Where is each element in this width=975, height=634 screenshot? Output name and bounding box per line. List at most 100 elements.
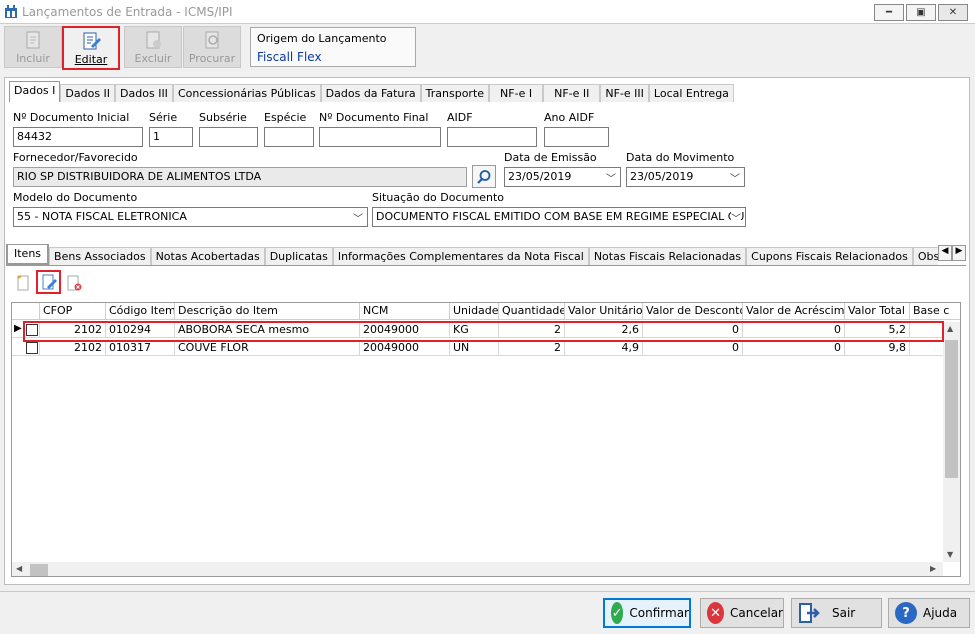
tab-transporte[interactable]: Transporte [420,84,490,102]
situacao-value: DOCUMENTO FISCAL EMITIDO COM BASE EM REG… [376,210,745,223]
col-valor-total[interactable]: Valor Total [845,303,910,320]
new-document-icon [26,31,40,49]
col-valor-acrescimo[interactable]: Valor de Acréscimo [743,303,845,320]
cell-unidade[interactable]: UN [450,340,499,356]
incluir-button[interactable]: Incluir [4,26,62,68]
tab-dados-i[interactable]: Dados I [9,81,61,102]
num-doc-final-input[interactable] [319,127,441,147]
subtabs-divider [6,265,966,266]
scroll-up-icon: ▲ [947,324,954,333]
new-item-icon [17,275,29,291]
restore-icon: ▣ [916,7,926,18]
current-row-arrow-icon: ▶ [14,323,22,334]
serie-input[interactable]: 1 [149,127,193,147]
cancelar-label: Cancelar [730,606,783,620]
col-codigo-item[interactable]: Código Item [106,303,175,320]
tab-dados-iii[interactable]: Dados III [115,84,173,102]
add-item-button[interactable] [13,273,33,293]
horizontal-scrollbar[interactable]: ◀ ▶ [12,562,943,576]
col-ncm[interactable]: NCM [360,303,450,320]
excluir-button[interactable]: Excluir [124,26,182,68]
confirmar-button[interactable]: ✓ Confirmar [603,598,691,628]
tab-nfe-ii[interactable]: NF-e II [543,84,601,102]
col-unidade[interactable]: Unidade [450,303,499,320]
tab-local-entrega[interactable]: Local Entrega [648,84,734,102]
cell-ncm[interactable]: 20049000 [360,340,450,356]
aidf-label: AIDF [447,111,473,124]
col-base[interactable]: Base c [910,303,960,320]
scroll-down-icon: ▼ [947,550,954,559]
tab-dados-fatura[interactable]: Dados da Fatura [320,84,421,102]
especie-input[interactable] [264,127,314,147]
cancelar-button[interactable]: ✕ Cancelar [700,598,784,628]
col-cfop[interactable]: CFOP [40,303,106,320]
horizontal-scroll-thumb[interactable] [30,564,48,576]
data-movimento-input[interactable]: 23/05/2019 ﹀ [626,167,745,187]
exit-icon [798,602,820,624]
ajuda-button[interactable]: ? Ajuda [888,598,970,628]
col-descricao[interactable]: Descrição do Item [175,303,360,320]
cell-valor-acrescimo[interactable]: 0 [743,340,845,356]
help-icon: ? [895,602,917,624]
tab-concessionarias[interactable]: Concessionárias Públicas [172,84,321,102]
tab-duplicatas[interactable]: Duplicatas [264,247,333,265]
situacao-select[interactable]: DOCUMENTO FISCAL EMITIDO COM BASE EM REG… [372,207,746,227]
tabs-scroll-left-button[interactable]: ◀ [938,245,952,261]
tab-cupons-relacionados[interactable]: Cupons Fiscais Relacionados [746,247,913,265]
num-doc-inicial-input[interactable]: 84432 [13,127,143,147]
cell-descricao[interactable]: COUVE FLOR [175,340,360,356]
col-valor-desconto[interactable]: Valor de Desconto [643,303,743,320]
row-checkbox[interactable] [26,342,38,354]
cell-valor-desconto[interactable]: 0 [643,340,743,356]
top-tabs: Dados I Dados II Dados III Concessionári… [9,81,734,102]
cell-valor-total[interactable]: 9,8 [845,340,910,356]
tab-notas-relacionadas[interactable]: Notas Fiscais Relacionadas [588,247,747,265]
fornecedor-search-button[interactable] [472,165,496,188]
tab-observacao[interactable]: Observaçã [912,247,938,265]
fornecedor-input[interactable]: RIO SP DISTRIBUIDORA DE ALIMENTOS LTDA [13,167,467,187]
tab-nfe-iii[interactable]: NF-e III [600,84,649,102]
tab-notas-acobertadas[interactable]: Notas Acobertadas [150,247,265,265]
edit-item-button[interactable] [36,270,61,294]
close-button[interactable]: ✕ [938,4,968,21]
cell-quantidade[interactable]: 2 [499,340,565,356]
tab-nfe-i[interactable]: NF-e I [489,84,544,102]
edit-document-icon [83,32,101,50]
items-grid: CFOP Código Item Descrição do Item NCM U… [11,302,961,577]
tab-itens[interactable]: Itens [6,244,50,265]
chevron-right-icon: ▶ [955,246,963,256]
cell-codigo[interactable]: 010317 [106,340,175,356]
modelo-select[interactable]: 55 - NOTA FISCAL ELETRONICA ﹀ [13,207,368,227]
tab-dados-ii[interactable]: Dados II [60,84,116,102]
sair-button[interactable]: Sair [791,598,882,628]
ajuda-label: Ajuda [923,606,958,620]
tab-bens-associados[interactable]: Bens Associados [49,247,151,265]
chevron-down-icon: ﹀ [731,210,741,225]
excluir-label: Excluir [134,52,172,65]
subserie-label: Subsérie [199,111,247,124]
origem-value: Fiscall Flex [257,50,322,64]
ano-aidf-input[interactable] [544,127,609,147]
maximize-button[interactable]: ▣ [906,4,936,21]
editar-button[interactable]: Editar [62,26,120,70]
origem-label: Origem do Lançamento [257,32,387,45]
chevron-down-icon: ﹀ [353,214,363,225]
close-icon: ✕ [948,7,958,18]
cell-valor-unitario[interactable]: 4,9 [565,340,643,356]
minimize-button[interactable]: ━ [874,4,904,21]
tabs-scroll-right-button[interactable]: ▶ [952,245,966,261]
ano-aidf-label: Ano AIDF [544,111,595,124]
col-quantidade[interactable]: Quantidade [499,303,565,320]
data-emissao-input[interactable]: 23/05/2019 ﹀ [504,167,621,187]
delete-item-button[interactable] [64,273,84,293]
modelo-value: 55 - NOTA FISCAL ELETRONICA [17,210,187,223]
vertical-scrollbar[interactable]: ▲ ▼ [943,322,960,562]
vertical-scroll-thumb[interactable] [945,340,958,478]
cell-cfop[interactable]: 2102 [40,340,106,356]
num-doc-final-label: Nº Documento Final [319,111,429,124]
col-valor-unitario[interactable]: Valor Unitário [565,303,643,320]
tab-info-complementares[interactable]: Informações Complementares da Nota Fisca… [332,247,589,265]
subserie-input[interactable] [199,127,258,147]
aidf-input[interactable] [447,127,537,147]
procurar-button[interactable]: Procurar [183,26,241,68]
